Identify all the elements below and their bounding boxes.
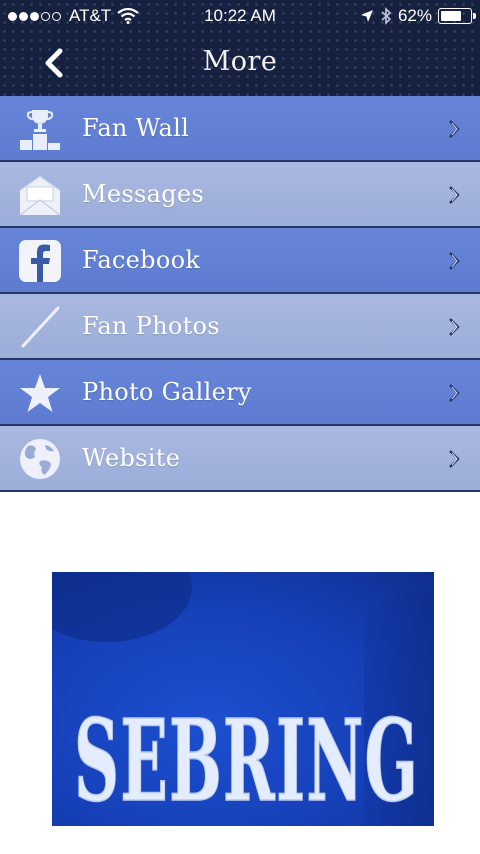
menu-item-label: Facebook (82, 246, 201, 274)
menu-item-messages[interactable]: Messages (0, 162, 480, 228)
more-menu-list: Fan Wall Messages Facebook Fan Photos Ph… (0, 96, 480, 492)
chevron-right-icon (449, 186, 460, 204)
page-title: More (202, 46, 278, 77)
menu-item-fan-wall[interactable]: Fan Wall (0, 96, 480, 162)
trophy-podium-icon (20, 110, 60, 150)
navigation-bar: AT&T 10:22 AM 62% More (0, 0, 480, 96)
menu-item-fan-photos[interactable]: Fan Photos (0, 294, 480, 360)
chevron-right-icon (449, 318, 460, 336)
chevron-right-icon (449, 120, 460, 138)
chevron-right-icon (449, 450, 460, 468)
chevron-right-icon (449, 252, 460, 270)
menu-item-label: Fan Photos (82, 312, 220, 340)
location-arrow-icon (360, 10, 373, 22)
menu-item-website[interactable]: Website (0, 426, 480, 492)
envelope-icon (19, 176, 61, 216)
sebring-banner-image: SEBRING (52, 572, 434, 826)
menu-item-photo-gallery[interactable]: Photo Gallery (0, 360, 480, 426)
menu-item-label: Messages (82, 180, 205, 208)
menu-item-label: Website (82, 444, 181, 472)
globe-icon (20, 439, 60, 479)
battery-percent: 62% (397, 6, 432, 25)
bluetooth-icon (381, 7, 392, 25)
facebook-icon (19, 240, 61, 282)
banner-text: SEBRING (74, 696, 419, 826)
star-icon (20, 374, 60, 412)
menu-item-facebook[interactable]: Facebook (0, 228, 480, 294)
chevron-right-icon (449, 384, 460, 402)
status-bar: AT&T 10:22 AM 62% (0, 0, 480, 32)
battery-icon (438, 8, 476, 24)
menu-item-label: Fan Wall (82, 114, 190, 142)
slash-icon (21, 306, 60, 348)
menu-item-label: Photo Gallery (82, 378, 252, 406)
